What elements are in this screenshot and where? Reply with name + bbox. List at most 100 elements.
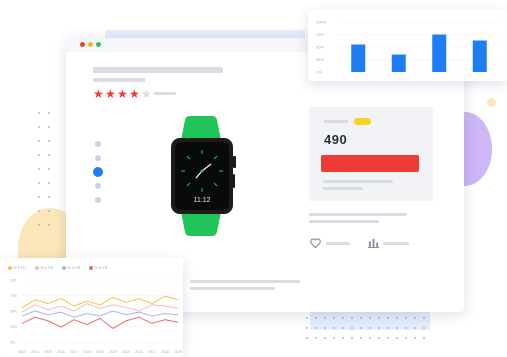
grid-dot [333,327,335,329]
grid-dot [423,337,425,339]
grid-dot [315,327,317,329]
window-minimize-dot[interactable] [88,42,93,47]
dot-grid-left [38,112,58,232]
star-icon[interactable]: ★ [105,88,116,100]
smartwatch-image: 11:12 [171,116,236,236]
discount-badge [354,118,371,125]
grid-dot [369,327,371,329]
grid-dot [396,317,398,319]
bar-chart-y-tick: 75% [316,32,324,37]
window-close-dot[interactable] [80,42,85,47]
compare-label-placeholder [383,242,409,245]
wishlist-label-placeholder [326,242,350,245]
line-chart: 100 75% 50% 25% 0% 2020 2014 2015 2016 2017 2018 20… [10,279,182,355]
product-subtitle-placeholder [93,78,145,82]
bar-chart-y-tick: 0% [316,70,322,75]
review-line-2 [190,287,275,290]
watch-strap-top [181,116,221,140]
grid-dot [324,337,326,339]
grid-dot [351,337,353,339]
grid-dot [306,337,308,339]
grid-dot [38,154,40,156]
line-chart-series [21,310,179,318]
review-line-1 [190,280,300,283]
bar-chart-bar [472,40,487,72]
line-chart-x-tick: 2020 [18,350,26,354]
grid-dot [38,182,40,184]
grid-dot [38,196,40,198]
line-chart-x-tick: 2018 [83,350,91,354]
pager-dot[interactable] [95,141,101,147]
line-chart-series [21,295,179,309]
grid-dot [342,337,344,339]
line-chart-x-tick: 2018 [161,350,169,354]
grid-dot [333,337,335,339]
grid-dot [405,317,407,319]
star-icon[interactable]: ★ [129,88,140,100]
pager-dot[interactable] [95,197,101,203]
grid-dot [387,337,389,339]
line-chart-x-tick: 2016 [57,350,65,354]
grid-dot [414,337,416,339]
bar-chart-bar [391,54,406,72]
grid-dot [306,327,308,329]
bg-circle-small [487,98,496,107]
buy-button[interactable] [321,155,419,172]
grid-dot [405,337,407,339]
grid-dot [48,210,50,212]
star-icon[interactable]: ★ [141,88,152,100]
grid-dot [315,317,317,319]
line-chart-y-tick: 75% [10,294,17,298]
watch-side-button [233,174,235,188]
grid-dot [48,168,50,170]
grid-dot [369,337,371,339]
pager-dot[interactable] [95,155,101,161]
window-maximize-dot[interactable] [96,42,101,47]
line-chart-x-tick: 2015 [44,350,52,354]
price-label-placeholder [324,120,348,123]
stock-info-placeholder [323,187,363,190]
grid-dot [387,317,389,319]
line-chart-x-tick: 2019 [96,350,104,354]
rating-count-placeholder [154,92,176,95]
grid-dot [378,337,380,339]
grid-dot [324,327,326,329]
bar-chart-bar [432,34,447,72]
grid-dot [315,337,317,339]
product-price: 490 [324,132,348,147]
shipping-info-placeholder [323,180,393,183]
bar-chart-icon[interactable] [368,237,379,248]
pager-dot[interactable] [93,167,103,177]
grid-dot [342,317,344,319]
line-chart-x-tick: 2017 [148,350,156,354]
description-line-2 [309,220,379,223]
line-chart-x-tick: 2020 [109,350,117,354]
grid-dot [38,126,40,128]
pager-dot[interactable] [95,183,101,189]
line-chart-x-tick: 2016 [135,350,143,354]
grid-dot [387,327,389,329]
grid-dot [333,317,335,319]
star-icon[interactable]: ★ [93,88,104,100]
bar-chart-y-tick: 25% [316,57,324,62]
grid-dot [414,327,416,329]
grid-dot [414,317,416,319]
line-chart-y-tick: 50% [10,310,17,314]
line-chart-x-tick: 2014 [31,350,39,354]
line-chart-x-tick: 2019 [174,350,182,354]
grid-dot [38,168,40,170]
heart-icon[interactable] [310,238,321,248]
grid-dot [369,317,371,319]
grid-dot [423,317,425,319]
grid-dot [360,327,362,329]
bar-chart: 100% 75% 50% 25% 0% [316,20,500,75]
description-line-1 [309,213,407,216]
grid-dot [48,196,50,198]
bar-chart-bar [351,44,366,72]
grid-dot [342,327,344,329]
line-chart-y-tick: 25% [10,325,17,329]
grid-dot [48,154,50,156]
star-icon[interactable]: ★ [117,88,128,100]
line-chart-x-tick: 2017 [70,350,78,354]
bar-chart-y-tick: 100% [316,20,327,25]
